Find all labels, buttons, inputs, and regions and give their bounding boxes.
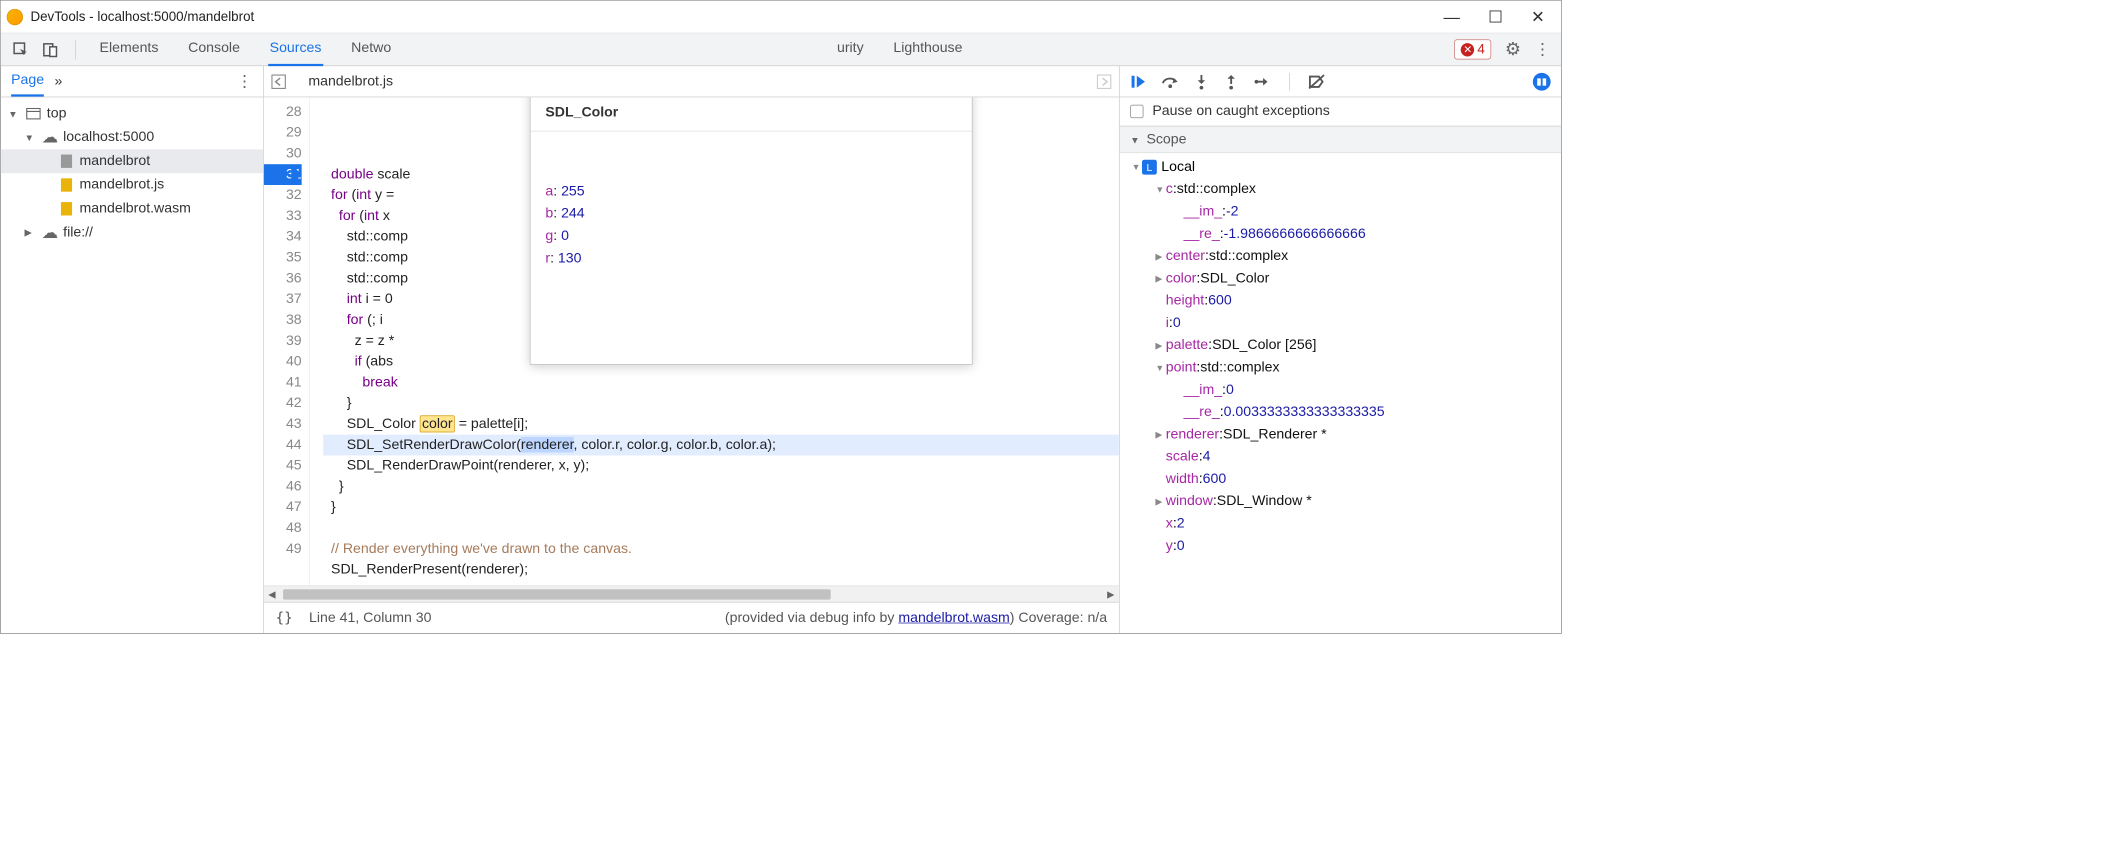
scope-var-y[interactable]: y: 0 (1120, 535, 1561, 557)
hover-tooltip: SDL_Color a: 255b: 244g: 0r: 130 (530, 97, 973, 364)
editor-statusbar: {} Line 41, Column 30 (provided via debu… (264, 602, 1119, 633)
sources-sidebar: Page » ⋮ ▼top▼☁localhost:5000mandelbrotm… (1, 66, 264, 633)
debugger-toolbar: ▮▮ (1120, 66, 1561, 97)
scope-var-width[interactable]: width: 600 (1120, 468, 1561, 490)
code-editor[interactable]: 2829303132333435363738394041424344454647… (264, 97, 1119, 585)
deactivate-breakpoints-icon[interactable] (1308, 73, 1326, 89)
tab-lighthouse[interactable]: Lighthouse (892, 33, 964, 66)
step-over-icon[interactable] (1161, 74, 1179, 89)
scope-header[interactable]: ▼ Scope (1120, 126, 1561, 153)
debugger-panel: ▮▮ Pause on caught exceptions ▼ Scope ▼ … (1120, 66, 1561, 633)
tooltip-title: SDL_Color (531, 97, 972, 131)
scope-var-__im_[interactable]: __im_: 0 (1120, 379, 1561, 401)
separator (75, 40, 76, 59)
pause-caught-row[interactable]: Pause on caught exceptions (1120, 97, 1561, 125)
main-toolbar: Elements Console Sources Netwo urity Lig… (1, 33, 1561, 66)
step-icon[interactable] (1253, 74, 1271, 89)
window-title: DevTools - localhost:5000/mandelbrot (30, 9, 254, 25)
scope-var-scale[interactable]: scale: 4 (1120, 446, 1561, 468)
scope-var-point[interactable]: ▼ point: std::complex (1120, 357, 1561, 379)
page-tab[interactable]: Page (11, 72, 44, 97)
line-gutter[interactable]: 2829303132333435363738394041424344454647… (264, 97, 310, 585)
tree-item-top[interactable]: ▼top (1, 102, 263, 126)
scope-var-c[interactable]: ▼ c: std::complex (1120, 178, 1561, 200)
scope-var-height[interactable]: height: 600 (1120, 290, 1561, 312)
device-toggle-icon[interactable] (41, 40, 60, 59)
scope-var-__im_[interactable]: __im_: -2 (1120, 201, 1561, 223)
scope-tree: ▼ L Local ▼ c: std::complex __im_: -2 __… (1120, 153, 1561, 633)
sidebar-menu-icon[interactable]: ⋮ (236, 72, 252, 91)
file-tree: ▼top▼☁localhost:5000mandelbrotmandelbrot… (1, 97, 263, 249)
cursor-position: Line 41, Column 30 (309, 610, 431, 626)
scope-local-header[interactable]: ▼ L Local (1120, 156, 1561, 178)
tree-item-mandelbrot-wasm[interactable]: mandelbrot.wasm (1, 197, 263, 221)
tree-item-mandelbrot[interactable]: mandelbrot (1, 149, 263, 173)
debug-info-text: (provided via debug info by mandelbrot.w… (725, 610, 1107, 626)
scope-var-i[interactable]: i: 0 (1120, 312, 1561, 334)
tab-console[interactable]: Console (187, 33, 242, 66)
tooltip-body: a: 255b: 244g: 0r: 130 (531, 173, 972, 277)
tab-sources[interactable]: Sources (268, 33, 323, 66)
more-icon[interactable]: ⋮ (1534, 40, 1550, 59)
scroll-thumb[interactable] (283, 589, 830, 599)
step-into-icon[interactable] (1194, 73, 1209, 89)
tab-elements[interactable]: Elements (98, 33, 160, 66)
scope-var-center[interactable]: ▶ center: std::complex (1120, 245, 1561, 267)
editor-tab[interactable]: mandelbrot.js (298, 67, 404, 95)
devtools-logo-icon (7, 9, 23, 25)
step-out-icon[interactable] (1224, 73, 1239, 89)
pause-exceptions-icon[interactable]: ▮▮ (1533, 72, 1551, 90)
error-icon: ✕ (1461, 43, 1474, 56)
scope-var-palette[interactable]: ▶ palette: SDL_Color [256] (1120, 334, 1561, 356)
debug-info-link[interactable]: mandelbrot.wasm (898, 610, 1009, 626)
scroll-left-icon[interactable]: ◀ (264, 588, 280, 600)
close-button[interactable]: ✕ (1531, 7, 1545, 26)
collapse-icon: ▼ (1130, 134, 1142, 145)
scope-var-color[interactable]: ▶ color: SDL_Color (1120, 267, 1561, 289)
tab-security[interactable]: urity (835, 33, 865, 66)
tab-network[interactable]: Netwo (350, 33, 393, 66)
error-count: 4 (1477, 42, 1484, 58)
pause-caught-label: Pause on caught exceptions (1152, 103, 1329, 119)
scope-var-renderer[interactable]: ▶ renderer: SDL_Renderer * (1120, 424, 1561, 446)
inspect-icon[interactable] (11, 40, 30, 59)
resume-icon[interactable] (1130, 73, 1146, 89)
pretty-print-icon[interactable]: {} (276, 610, 293, 626)
nav-forward-icon[interactable] (1097, 74, 1112, 89)
horizontal-scrollbar[interactable]: ◀ ▶ (264, 585, 1119, 601)
local-badge-icon: L (1142, 160, 1157, 175)
tree-item-localhost-5000[interactable]: ▼☁localhost:5000 (1, 126, 263, 150)
tree-item-mandelbrot-js[interactable]: mandelbrot.js (1, 173, 263, 197)
scope-var-window[interactable]: ▶ window: SDL_Window * (1120, 490, 1561, 512)
scope-var-__re_[interactable]: __re_: -1.9866666666666666 (1120, 223, 1561, 245)
settings-icon[interactable]: ⚙ (1505, 39, 1521, 61)
scroll-right-icon[interactable]: ▶ (1103, 588, 1119, 600)
error-badge[interactable]: ✕ 4 (1454, 39, 1491, 59)
more-tabs-icon[interactable]: » (55, 73, 63, 89)
separator (1289, 72, 1290, 90)
code-body[interactable]: SDL_Color a: 255b: 244g: 0r: 130 double … (310, 97, 1119, 585)
pause-caught-checkbox[interactable] (1130, 105, 1143, 118)
maximize-button[interactable]: ☐ (1488, 7, 1503, 26)
nav-back-icon[interactable] (271, 74, 286, 89)
minimize-button[interactable]: — (1444, 7, 1460, 26)
tree-item-file---[interactable]: ▶☁file:// (1, 221, 263, 245)
editor-panel: mandelbrot.js 28293031323334353637383940… (264, 66, 1120, 633)
scope-var-__re_[interactable]: __re_: 0.0033333333333333335 (1120, 401, 1561, 423)
titlebar: DevTools - localhost:5000/mandelbrot — ☐… (1, 1, 1561, 34)
scope-var-x[interactable]: x: 2 (1120, 513, 1561, 535)
panel-tabs: Elements Console Sources Netwo urity Lig… (98, 33, 964, 66)
